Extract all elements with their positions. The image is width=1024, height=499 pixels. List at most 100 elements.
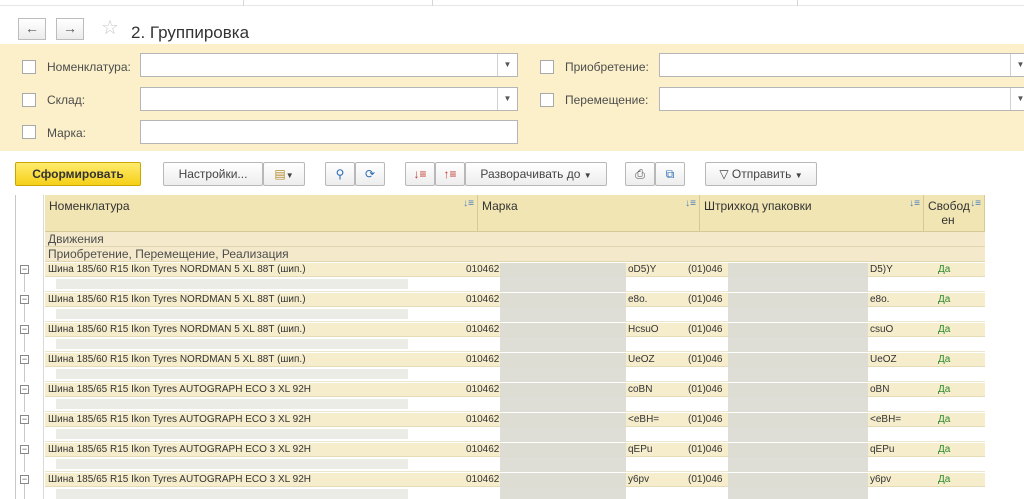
transfer-checkbox[interactable] bbox=[540, 93, 554, 107]
search-cancel-button[interactable]: ⟳ bbox=[355, 162, 385, 186]
chevron-down-icon[interactable]: ▼ bbox=[1010, 54, 1024, 76]
back-button[interactable]: ← bbox=[18, 18, 46, 40]
collapse-icon[interactable]: − bbox=[20, 475, 29, 484]
forward-button[interactable]: → bbox=[56, 18, 84, 40]
column-label: Марка bbox=[482, 199, 518, 213]
redacted-area bbox=[500, 473, 626, 499]
redacted-area bbox=[56, 339, 408, 349]
tree-line bbox=[24, 424, 25, 442]
sort-asc-button[interactable]: ↓≡ bbox=[405, 162, 435, 186]
chevron-down-icon[interactable]: ▼ bbox=[1010, 88, 1024, 110]
variants-button[interactable]: ▤▼ bbox=[263, 162, 305, 186]
print-preview-button[interactable]: ⧉ bbox=[655, 162, 685, 186]
nomenclature-label: Номенклатура: bbox=[47, 60, 131, 74]
cell-barcode-start: (01)046 bbox=[688, 444, 723, 455]
table-row[interactable]: − Шина 185/65 R15 Ikon Tyres AUTOGRAPH EC… bbox=[16, 443, 985, 472]
chevron-down-icon[interactable]: ▼ bbox=[497, 54, 517, 76]
collapse-icon[interactable]: − bbox=[20, 385, 29, 394]
table-row[interactable]: − Шина 185/60 R15 Ikon Tyres NORDMAN 5 XL… bbox=[16, 323, 985, 352]
settings-button[interactable]: Настройки... bbox=[163, 162, 263, 186]
collapse-icon[interactable]: − bbox=[20, 295, 29, 304]
cell-nomenclature: Шина 185/65 R15 Ikon Tyres AUTOGRAPH ECO… bbox=[48, 444, 311, 455]
nomenclature-input[interactable]: ▼ bbox=[140, 53, 518, 77]
sort-asc-icon: ↓≡ bbox=[413, 167, 427, 181]
redacted-area bbox=[56, 309, 408, 319]
warehouse-input[interactable]: ▼ bbox=[140, 87, 518, 111]
cell-nomenclature: Шина 185/60 R15 Ikon Tyres NORDMAN 5 XL … bbox=[48, 294, 306, 305]
favorite-star-icon[interactable]: ☆ bbox=[101, 17, 119, 39]
cell-mark-end: y6pv bbox=[628, 474, 650, 485]
cell-free: Да bbox=[938, 264, 951, 275]
cell-barcode-start: (01)046 bbox=[688, 264, 723, 275]
clipboard-icon: ▤ bbox=[274, 167, 286, 181]
table-row[interactable]: − Шина 185/60 R15 Ikon Tyres NORDMAN 5 XL… bbox=[16, 353, 985, 382]
redacted-area bbox=[728, 293, 868, 322]
report-grid[interactable]: Номенклатура ↓≡ Марка ↓≡ Штрихкод упаков… bbox=[15, 195, 985, 499]
cell-free: Да bbox=[938, 384, 951, 395]
chevron-down-icon: ▼ bbox=[285, 171, 294, 180]
cell-barcode-end: e8o. bbox=[870, 294, 890, 305]
collapse-icon[interactable]: − bbox=[20, 445, 29, 454]
table-row[interactable]: − Шина 185/65 R15 Ikon Tyres AUTOGRAPH EC… bbox=[16, 473, 985, 499]
collapse-icon[interactable]: − bbox=[20, 265, 29, 274]
sort-icon[interactable]: ↓≡ bbox=[909, 198, 920, 209]
nomenclature-checkbox[interactable] bbox=[22, 60, 36, 74]
acquisition-input[interactable]: ▼ bbox=[659, 53, 1024, 77]
redacted-area bbox=[56, 459, 408, 469]
chevron-down-icon: ▼ bbox=[583, 171, 592, 180]
cell-mark-start: 010462 bbox=[466, 474, 500, 485]
collapse-icon[interactable]: − bbox=[20, 355, 29, 364]
cell-free: Да bbox=[938, 474, 951, 485]
redacted-area bbox=[728, 383, 868, 412]
sort-desc-button[interactable]: ↑≡ bbox=[435, 162, 465, 186]
sort-icon[interactable]: ↓≡ bbox=[970, 198, 981, 209]
chevron-down-icon[interactable]: ▼ bbox=[497, 88, 517, 110]
redacted-area bbox=[56, 279, 408, 289]
print-button[interactable]: ⎙ bbox=[625, 162, 655, 186]
tree-line bbox=[24, 274, 25, 292]
cell-mark-start: 010462 bbox=[466, 444, 500, 455]
acquisition-label: Приобретение: bbox=[565, 60, 649, 74]
redacted-area bbox=[500, 443, 626, 472]
tree-line bbox=[24, 304, 25, 322]
brand-checkbox[interactable] bbox=[22, 125, 36, 139]
expand-to-button[interactable]: Разворачивать до ▼ bbox=[465, 162, 607, 186]
sort-icon[interactable]: ↓≡ bbox=[685, 198, 696, 209]
group-header-movements: Движения bbox=[45, 232, 985, 247]
generate-button[interactable]: Сформировать bbox=[15, 162, 141, 186]
table-row[interactable]: − Шина 185/65 R15 Ikon Tyres AUTOGRAPH EC… bbox=[16, 413, 985, 442]
cell-mark-end: coBN bbox=[628, 384, 653, 395]
cell-mark-end: e8o. bbox=[628, 294, 648, 305]
transfer-input[interactable]: ▼ bbox=[659, 87, 1024, 111]
cell-barcode-start: (01)046 bbox=[688, 294, 723, 305]
cell-nomenclature: Шина 185/65 R15 Ikon Tyres AUTOGRAPH ECO… bbox=[48, 474, 311, 485]
column-header-nomenclature[interactable]: Номенклатура ↓≡ bbox=[45, 195, 478, 232]
brand-input[interactable] bbox=[140, 120, 518, 144]
cell-barcode-end: oBN bbox=[870, 384, 890, 395]
column-header-barcode[interactable]: Штрихкод упаковки ↓≡ bbox=[700, 195, 924, 232]
column-header-brand[interactable]: Марка ↓≡ bbox=[478, 195, 700, 232]
redacted-area bbox=[500, 353, 626, 382]
sort-icon[interactable]: ↓≡ bbox=[463, 198, 474, 209]
cell-mark-end: qEPu bbox=[628, 444, 653, 455]
acquisition-checkbox[interactable] bbox=[540, 60, 554, 74]
column-header-free[interactable]: Свобод ен ↓≡ bbox=[924, 195, 985, 232]
cell-barcode-start: (01)046 bbox=[688, 324, 723, 335]
collapse-icon[interactable]: − bbox=[20, 415, 29, 424]
table-row[interactable]: − Шина 185/60 R15 Ikon Tyres NORDMAN 5 XL… bbox=[16, 293, 985, 322]
redacted-area bbox=[56, 489, 408, 499]
table-row[interactable]: − Шина 185/60 R15 Ikon Tyres NORDMAN 5 XL… bbox=[16, 263, 985, 292]
search-button[interactable]: ⚲ bbox=[325, 162, 355, 186]
cell-nomenclature: Шина 185/65 R15 Ikon Tyres AUTOGRAPH ECO… bbox=[48, 414, 311, 425]
cell-mark-end: oD5)Y bbox=[628, 264, 657, 275]
printer-icon: ⎙ bbox=[635, 167, 645, 181]
tree-line bbox=[24, 394, 25, 412]
tree-line bbox=[24, 454, 25, 472]
send-button[interactable]: ▽ Отправить ▼ bbox=[705, 162, 817, 186]
table-row[interactable]: − Шина 185/65 R15 Ikon Tyres AUTOGRAPH EC… bbox=[16, 383, 985, 412]
collapse-icon[interactable]: − bbox=[20, 325, 29, 334]
search-reset-icon: ⟳ bbox=[364, 167, 376, 181]
chevron-down-icon: ▼ bbox=[794, 171, 803, 180]
warehouse-checkbox[interactable] bbox=[22, 93, 36, 107]
cell-mark-start: 010462 bbox=[466, 384, 500, 395]
